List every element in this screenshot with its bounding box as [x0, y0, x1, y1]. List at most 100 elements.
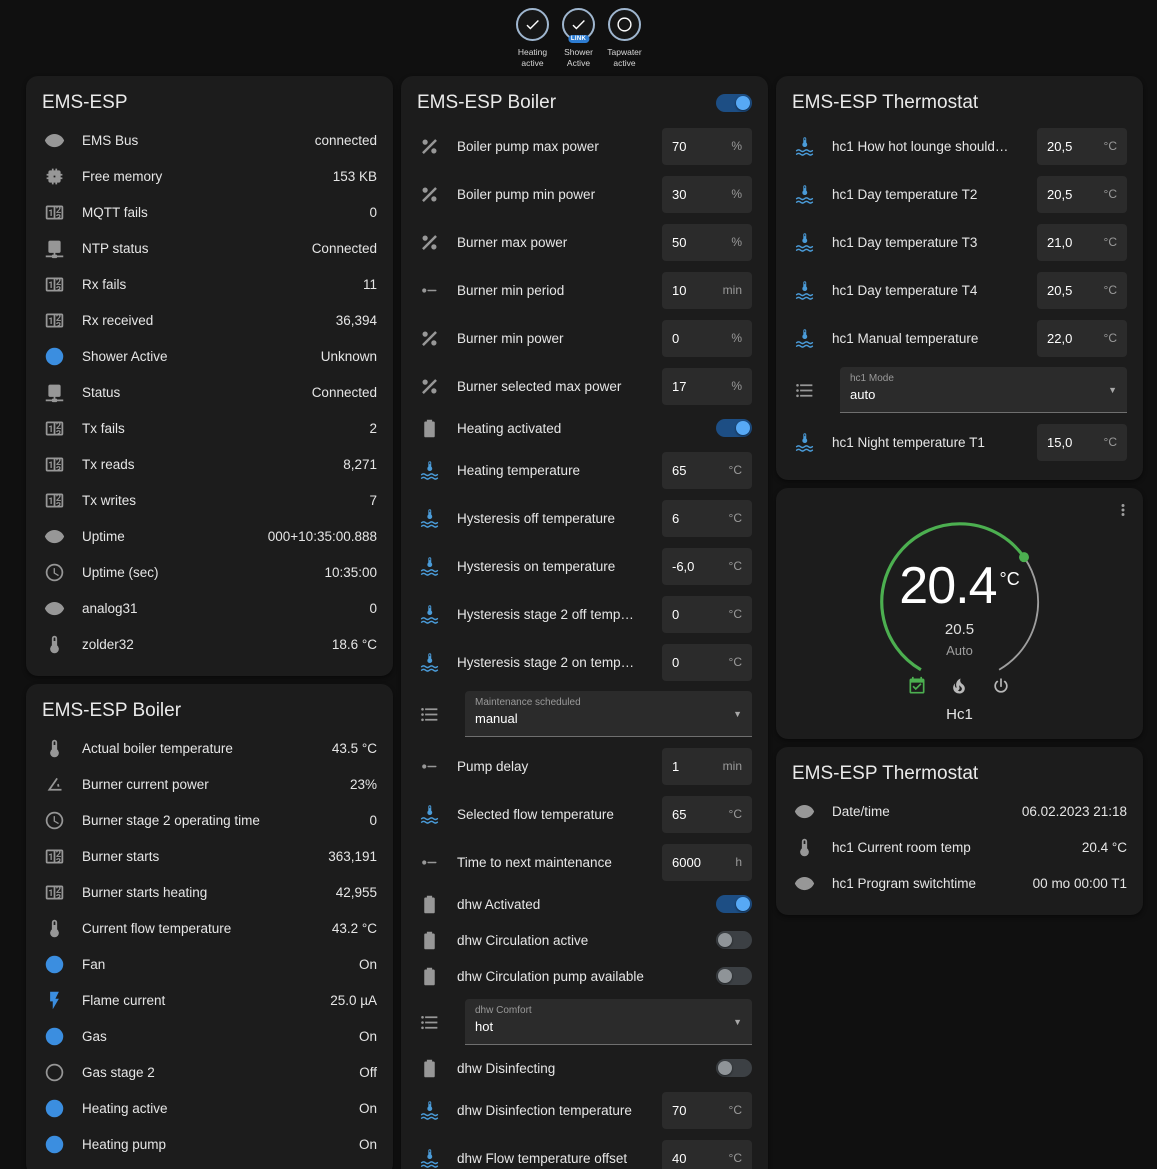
card-master-toggle[interactable]: [716, 94, 752, 112]
entity-row[interactable]: Fan On: [42, 946, 377, 982]
thermo-waves-icon: [792, 326, 816, 350]
number-input[interactable]: 40 °C: [662, 1140, 752, 1169]
number-input[interactable]: 20,5 °C: [1037, 128, 1127, 165]
select-input[interactable]: hc1 Mode auto ▼: [840, 367, 1127, 413]
number-input[interactable]: 70 %: [662, 128, 752, 165]
entity-row[interactable]: Rx received 36,394: [42, 302, 377, 338]
number-input[interactable]: 70 °C: [662, 1092, 752, 1129]
number-input[interactable]: 30 %: [662, 176, 752, 213]
entity-row[interactable]: Shower Active Unknown: [42, 338, 377, 374]
number-input[interactable]: 21,0 °C: [1037, 224, 1127, 261]
status-badge[interactable]: LINK Shower Active: [557, 8, 600, 76]
entity-row[interactable]: Burner starts 363,191: [42, 838, 377, 874]
entity-row[interactable]: Status Connected: [42, 374, 377, 410]
entity-row[interactable]: Burner starts heating 42,955: [42, 874, 377, 910]
more-options-icon[interactable]: [1111, 498, 1135, 522]
entity-row[interactable]: EMS Bus connected: [42, 122, 377, 158]
entity-label: dhw Disinfecting: [457, 1061, 706, 1076]
entity-row[interactable]: Date/time 06.02.2023 21:18: [792, 793, 1127, 829]
number-input[interactable]: 20,5 °C: [1037, 272, 1127, 309]
number-row: hc1 How hot lounge should… 20,5 °C: [792, 122, 1127, 170]
toggle-row: dhw Circulation active: [417, 922, 752, 958]
entity-row[interactable]: NTP status Connected: [42, 230, 377, 266]
boiler-sensor-card: EMS-ESP Boiler Actual boiler temperature…: [26, 684, 393, 1169]
entity-row[interactable]: Actual boiler temperature 43.5 °C: [42, 730, 377, 766]
entity-row[interactable]: Burner current power 23%: [42, 766, 377, 802]
entity-row[interactable]: Uptime (sec) 10:35:00: [42, 554, 377, 590]
temperature-dial[interactable]: 20.4°C 20.5 Auto: [860, 502, 1060, 702]
toggle-switch[interactable]: [716, 931, 752, 949]
number-input[interactable]: 0 %: [662, 320, 752, 357]
ray-icon: [417, 278, 441, 302]
entity-row[interactable]: Tx fails 2: [42, 410, 377, 446]
number-input[interactable]: 65 °C: [662, 452, 752, 489]
number-row: Burner selected max power 17 %: [417, 362, 752, 410]
number-input[interactable]: 0 °C: [662, 596, 752, 633]
number-input[interactable]: 1 min: [662, 748, 752, 785]
circle-outline-icon: [42, 1060, 66, 1084]
entity-value: On: [359, 1137, 377, 1152]
entity-row[interactable]: Gas stage 2 Off: [42, 1054, 377, 1090]
select-input[interactable]: dhw Comfort hot ▼: [465, 999, 752, 1045]
entity-row[interactable]: Tx writes 7: [42, 482, 377, 518]
select-input[interactable]: Maintenance scheduled manual ▼: [465, 691, 752, 737]
ray-icon: [417, 754, 441, 778]
entity-row[interactable]: MQTT fails 0: [42, 194, 377, 230]
entity-label: Burner max power: [457, 235, 654, 250]
entity-row[interactable]: Flame current 25.0 µA: [42, 982, 377, 1018]
number-value: 10: [672, 283, 719, 298]
number-value: 50: [672, 235, 727, 250]
counter-icon: [42, 488, 66, 512]
entity-row[interactable]: analog31 0: [42, 590, 377, 626]
entity-row[interactable]: Current flow temperature 43.2 °C: [42, 910, 377, 946]
entity-label: Pump delay: [457, 759, 654, 774]
toggle-switch[interactable]: [716, 419, 752, 437]
thermometer-icon: [42, 736, 66, 760]
number-value: 65: [672, 463, 725, 478]
entity-value: On: [359, 957, 377, 972]
percent-icon: [417, 374, 441, 398]
entity-row[interactable]: Gas On: [42, 1018, 377, 1054]
entity-row[interactable]: Uptime 000+10:35:00.888: [42, 518, 377, 554]
entity-row[interactable]: Heating pump On: [42, 1126, 377, 1162]
entity-label: Gas: [82, 1029, 351, 1044]
number-input[interactable]: 15,0 °C: [1037, 424, 1127, 461]
number-value: 6000: [672, 855, 731, 870]
number-input[interactable]: 6000 h: [662, 844, 752, 881]
entity-row[interactable]: hc1 Current room temp 20.4 °C: [792, 829, 1127, 865]
number-input[interactable]: 0 °C: [662, 644, 752, 681]
number-value: 15,0: [1047, 435, 1100, 450]
card-title: EMS-ESP Boiler: [42, 700, 181, 722]
number-unit: %: [731, 379, 742, 393]
status-badge[interactable]: Tapwater active: [603, 8, 646, 76]
entity-row[interactable]: zolder32 18.6 °C: [42, 626, 377, 662]
entity-row[interactable]: Burner stage 2 operating time 0: [42, 802, 377, 838]
entity-row[interactable]: Free memory 153 KB: [42, 158, 377, 194]
entity-row[interactable]: hc1 Program switchtime 00 mo 00:00 T1: [792, 865, 1127, 901]
select-label: dhw Comfort: [475, 1005, 726, 1016]
middle-column: EMS-ESP Boiler Boiler pump max power 70 …: [401, 76, 768, 1169]
toggle-switch[interactable]: [716, 895, 752, 913]
select-label: hc1 Mode: [850, 373, 1101, 384]
number-input[interactable]: 65 °C: [662, 796, 752, 833]
number-input[interactable]: 10 min: [662, 272, 752, 309]
toggle-switch[interactable]: [716, 967, 752, 985]
number-input[interactable]: 20,5 °C: [1037, 176, 1127, 213]
status-badge[interactable]: Heating active: [511, 8, 554, 76]
entity-label: Heating active: [82, 1101, 351, 1116]
number-input[interactable]: 22,0 °C: [1037, 320, 1127, 357]
entity-row[interactable]: Rx fails 11: [42, 266, 377, 302]
number-input[interactable]: 17 %: [662, 368, 752, 405]
number-input[interactable]: 50 %: [662, 224, 752, 261]
number-input[interactable]: -6,0 °C: [662, 548, 752, 585]
number-unit: min: [723, 283, 742, 297]
toggle-switch[interactable]: [716, 1059, 752, 1077]
number-input[interactable]: 6 °C: [662, 500, 752, 537]
entity-row[interactable]: Tx reads 8,271: [42, 446, 377, 482]
entity-value: 000+10:35:00.888: [268, 529, 377, 544]
entity-row[interactable]: Heating active On: [42, 1090, 377, 1126]
counter-icon: [42, 452, 66, 476]
select-value: manual: [475, 711, 726, 726]
number-value: 0: [672, 331, 727, 346]
entity-label: hc1 Day temperature T3: [832, 235, 1029, 250]
